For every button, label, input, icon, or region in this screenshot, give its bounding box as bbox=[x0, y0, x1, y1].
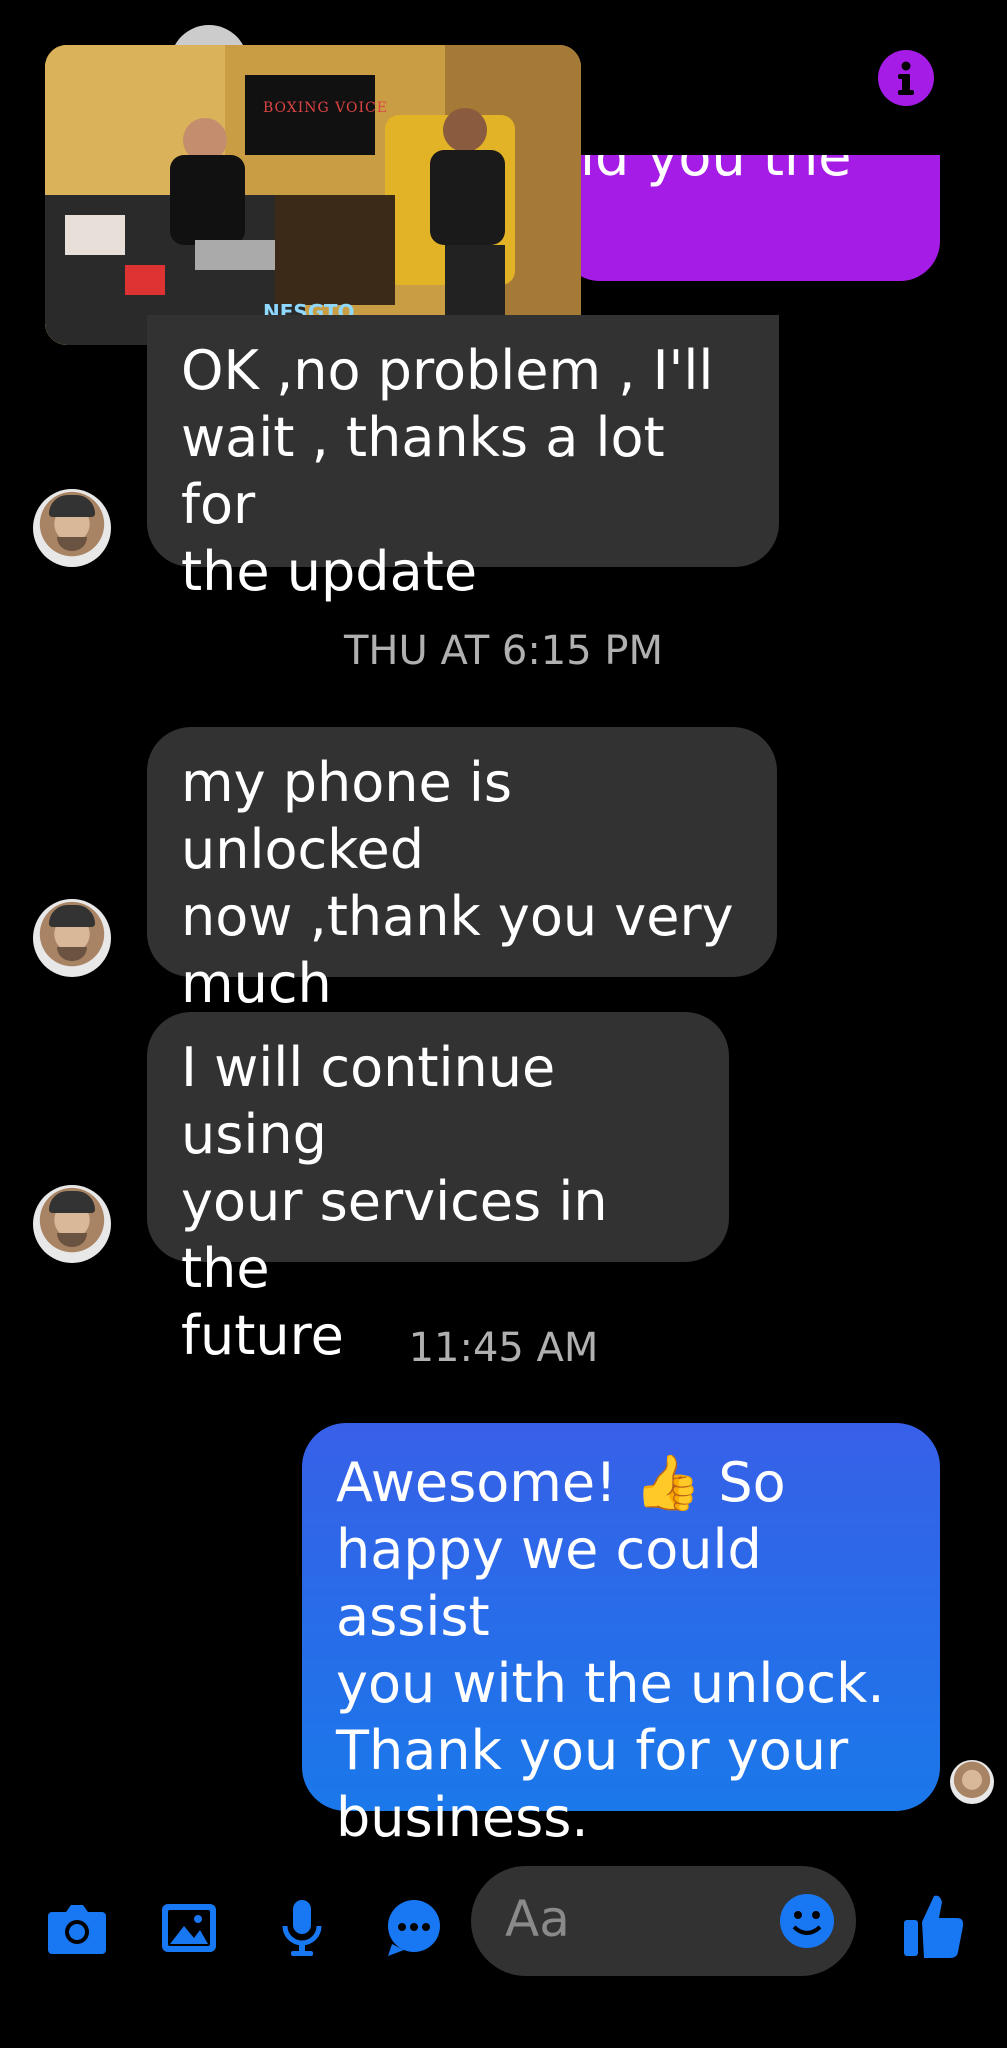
message-line: you with the unlock. bbox=[336, 1652, 885, 1715]
message-input[interactable]: Aa bbox=[471, 1866, 856, 1976]
incoming-message-2[interactable]: my phone is unlocked now ,thank you very… bbox=[147, 727, 777, 1015]
thumbs-up-icon[interactable] bbox=[902, 1890, 964, 1960]
message-line: I will continue using bbox=[181, 1036, 556, 1166]
message-line: now ,thank you very bbox=[181, 885, 734, 948]
previous-message-text: ıd you the bbox=[580, 155, 852, 188]
message-line: OK ,no problem , I'll bbox=[181, 339, 714, 402]
video-pip[interactable]: BOXING VOICE NESGTO bbox=[45, 45, 581, 345]
outgoing-message[interactable]: Awesome! 👍 So happy we could assist you … bbox=[302, 1423, 940, 1849]
message-line: the update bbox=[181, 540, 478, 603]
previous-outgoing-bubble: ıd you the bbox=[560, 155, 940, 281]
message-line: Awesome! 👍 So bbox=[336, 1451, 786, 1514]
info-icon bbox=[898, 61, 914, 95]
message-line: much bbox=[181, 952, 332, 1015]
message-input-placeholder: Aa bbox=[505, 1890, 570, 1948]
timestamp: THU AT 6:15 PM bbox=[343, 628, 664, 674]
message-line: Thank you for your bbox=[336, 1719, 849, 1782]
contact-avatar[interactable] bbox=[33, 899, 111, 977]
message-line: happy we could assist bbox=[336, 1518, 762, 1648]
gallery-icon[interactable] bbox=[160, 1898, 218, 1958]
message-line: my phone is unlocked bbox=[181, 751, 513, 881]
seen-avatar bbox=[950, 1760, 994, 1804]
video-banner: BOXING VOICE bbox=[263, 100, 388, 116]
incoming-message-1[interactable]: OK ,no problem , I'll wait , thanks a lo… bbox=[147, 315, 779, 603]
microphone-icon[interactable] bbox=[280, 1898, 324, 1958]
message-line: business. bbox=[336, 1786, 589, 1849]
message-line: wait , thanks a lot for bbox=[181, 406, 665, 536]
chat-icon[interactable] bbox=[384, 1898, 444, 1958]
info-button[interactable] bbox=[878, 50, 934, 106]
contact-avatar[interactable] bbox=[33, 489, 111, 567]
message-line: your services in the bbox=[181, 1170, 608, 1300]
contact-avatar[interactable] bbox=[33, 1185, 111, 1263]
camera-icon[interactable] bbox=[46, 1898, 108, 1958]
timestamp: 11:45 AM bbox=[408, 1325, 599, 1371]
incoming-message-3[interactable]: I will continue using your services in t… bbox=[147, 1012, 729, 1367]
emoji-icon[interactable] bbox=[777, 1891, 837, 1951]
